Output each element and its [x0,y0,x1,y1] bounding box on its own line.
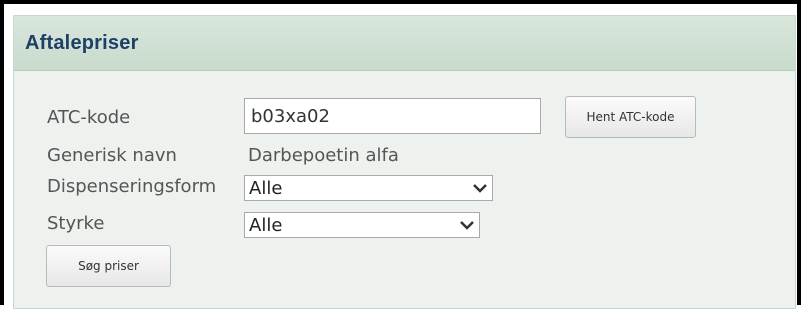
atc-code-input[interactable]: b03xa02 [244,98,541,134]
dispensing-form-selected: Alle [249,177,283,199]
search-prices-button[interactable]: Søg priser [46,245,171,287]
atc-code-label: ATC-kode [47,107,131,128]
chevron-down-icon [460,221,474,230]
atc-code-value: b03xa02 [251,105,330,127]
dispensing-form-select[interactable]: Alle [244,175,493,201]
fetch-atc-code-button[interactable]: Hent ATC-kode [565,96,696,138]
strength-selected: Alle [249,214,283,236]
panel-title: Aftalepriser [25,31,139,54]
strength-select[interactable]: Alle [244,212,480,238]
generic-name-value: Darbepoetin alfa [248,145,399,166]
generic-name-label: Generisk navn [47,145,177,166]
panel-header: Aftalepriser [14,16,795,71]
strength-label: Styrke [47,213,105,234]
dispensing-form-label: Dispenseringsform [47,176,217,197]
chevron-down-icon [473,184,487,193]
